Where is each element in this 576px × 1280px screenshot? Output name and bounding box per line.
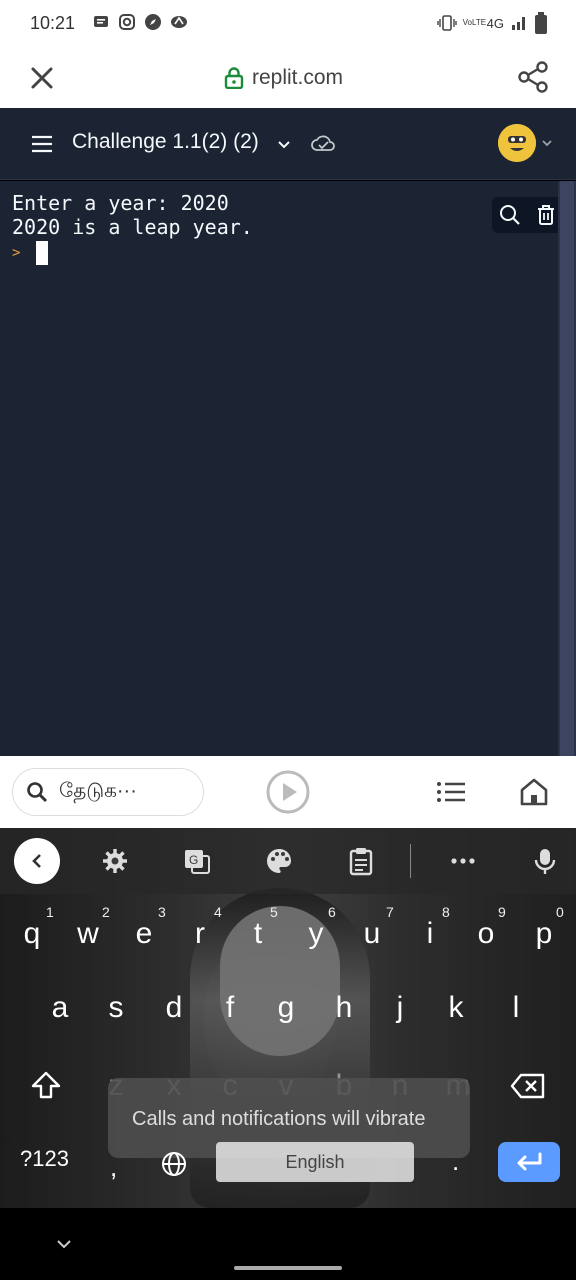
key-g[interactable]: g	[260, 980, 312, 1036]
theme-palette-icon[interactable]	[264, 846, 294, 876]
soft-keyboard: G 1 2 3 4 5 6 7 8 9 0 q w e r t y u i o …	[0, 828, 576, 1208]
key-f[interactable]: f	[204, 980, 256, 1036]
lock-icon	[224, 67, 244, 89]
key-d[interactable]: d	[148, 980, 200, 1036]
key-w[interactable]: w	[62, 906, 114, 962]
key-t[interactable]: t	[232, 906, 284, 962]
key-e[interactable]: e	[118, 906, 170, 962]
key-y[interactable]: y	[290, 906, 342, 962]
system-navigation-bar	[0, 1208, 576, 1280]
network-type: 4G	[486, 15, 504, 31]
key-r[interactable]: r	[174, 906, 226, 962]
key-k[interactable]: k	[430, 980, 482, 1036]
search-icon[interactable]	[498, 203, 522, 227]
signal-icon	[512, 17, 525, 30]
search-field[interactable]: தேடுக···	[12, 768, 204, 816]
key-u[interactable]: u	[346, 906, 398, 962]
key-q[interactable]: q	[6, 906, 58, 962]
play-icon[interactable]	[266, 770, 310, 814]
key-s[interactable]: s	[90, 980, 142, 1036]
console-output-line: 2020 is a leap year.	[12, 215, 253, 239]
battery-icon	[535, 12, 547, 34]
settings-gear-icon[interactable]	[100, 846, 130, 876]
keyboard-collapse-button[interactable]	[14, 838, 60, 884]
user-avatar[interactable]	[498, 124, 536, 162]
status-time: 10:21	[30, 13, 76, 33]
console-cursor	[36, 241, 48, 265]
share-icon[interactable]	[516, 60, 550, 94]
list-icon[interactable]	[436, 780, 466, 804]
console-panel[interactable]: Enter a year: 2020 2020 is a leap year. …	[0, 181, 576, 756]
instagram-icon	[119, 14, 135, 30]
chevron-left-icon	[32, 854, 41, 868]
shift-arrow-icon[interactable]	[30, 1070, 62, 1100]
console-prompt: >	[12, 245, 21, 261]
volte-label: VoLTE	[462, 18, 487, 27]
message-icon	[94, 16, 108, 27]
key-l[interactable]: l	[490, 980, 542, 1036]
console-scrollbar[interactable]	[558, 181, 576, 756]
console-toolbar	[492, 197, 564, 233]
clipboard-icon[interactable]	[346, 846, 376, 876]
key-a[interactable]: a	[34, 980, 86, 1036]
account-chevron-icon[interactable]	[540, 136, 554, 150]
globe-icon[interactable]	[160, 1150, 188, 1178]
home-icon[interactable]	[518, 776, 550, 808]
url-text: replit.com	[252, 66, 344, 89]
home-gesture-handle[interactable]	[234, 1266, 342, 1270]
enter-arrow-icon	[517, 1152, 542, 1171]
scrollbar-thumb[interactable]	[560, 181, 574, 756]
toast-message: Calls and notifications will vibrate	[132, 1108, 426, 1130]
repl-title[interactable]: Challenge 1.1(2) (2)	[72, 130, 259, 154]
browser-bottom-bar: தேடுக···	[0, 756, 576, 828]
close-icon[interactable]	[26, 62, 58, 94]
key-p[interactable]: p	[518, 906, 570, 962]
comma-key[interactable]: ,	[110, 1152, 117, 1183]
enter-key[interactable]	[498, 1142, 560, 1182]
repl-header: Challenge 1.1(2) (2)	[0, 108, 576, 180]
space-bar[interactable]: English	[216, 1142, 414, 1182]
hamburger-menu-icon[interactable]	[30, 132, 54, 156]
status-bar: 10:21 VoLTE 4G	[0, 0, 576, 48]
key-h[interactable]: h	[318, 980, 370, 1036]
url-display[interactable]: replit.com	[224, 66, 343, 90]
more-options-icon[interactable]	[448, 846, 478, 876]
browser-address-bar: replit.com	[0, 48, 576, 108]
system-icons: VoLTE 4G	[436, 12, 548, 34]
search-placeholder: தேடுக···	[59, 779, 137, 802]
hide-keyboard-chevron-icon[interactable]	[54, 1234, 74, 1254]
translate-icon[interactable]: G	[182, 846, 212, 876]
search-icon	[27, 782, 48, 803]
key-j[interactable]: j	[374, 980, 426, 1036]
period-key[interactable]: .	[452, 1146, 459, 1177]
app-icon	[171, 16, 187, 28]
avatar-face-icon	[498, 124, 536, 162]
key-o[interactable]: o	[460, 906, 512, 962]
compass-icon	[145, 14, 161, 30]
toolbar-divider	[410, 844, 411, 878]
cloud-saved-icon	[311, 135, 335, 151]
key-i[interactable]: i	[404, 906, 456, 962]
microphone-icon[interactable]	[530, 846, 560, 876]
console-output-line: Enter a year: 2020	[12, 191, 229, 215]
svg-text:G: G	[189, 853, 198, 867]
symbols-key[interactable]: ?123	[20, 1146, 69, 1172]
phone-screen: 10:21 VoLTE 4G replit.com Challenge 1.1(…	[0, 0, 576, 1280]
chevron-down-icon[interactable]	[274, 134, 294, 154]
backspace-icon[interactable]	[510, 1072, 546, 1100]
trash-icon[interactable]	[534, 203, 558, 227]
keyboard-toolbar: G	[0, 828, 576, 894]
notification-icons	[92, 13, 188, 31]
vibrate-icon	[436, 15, 457, 31]
